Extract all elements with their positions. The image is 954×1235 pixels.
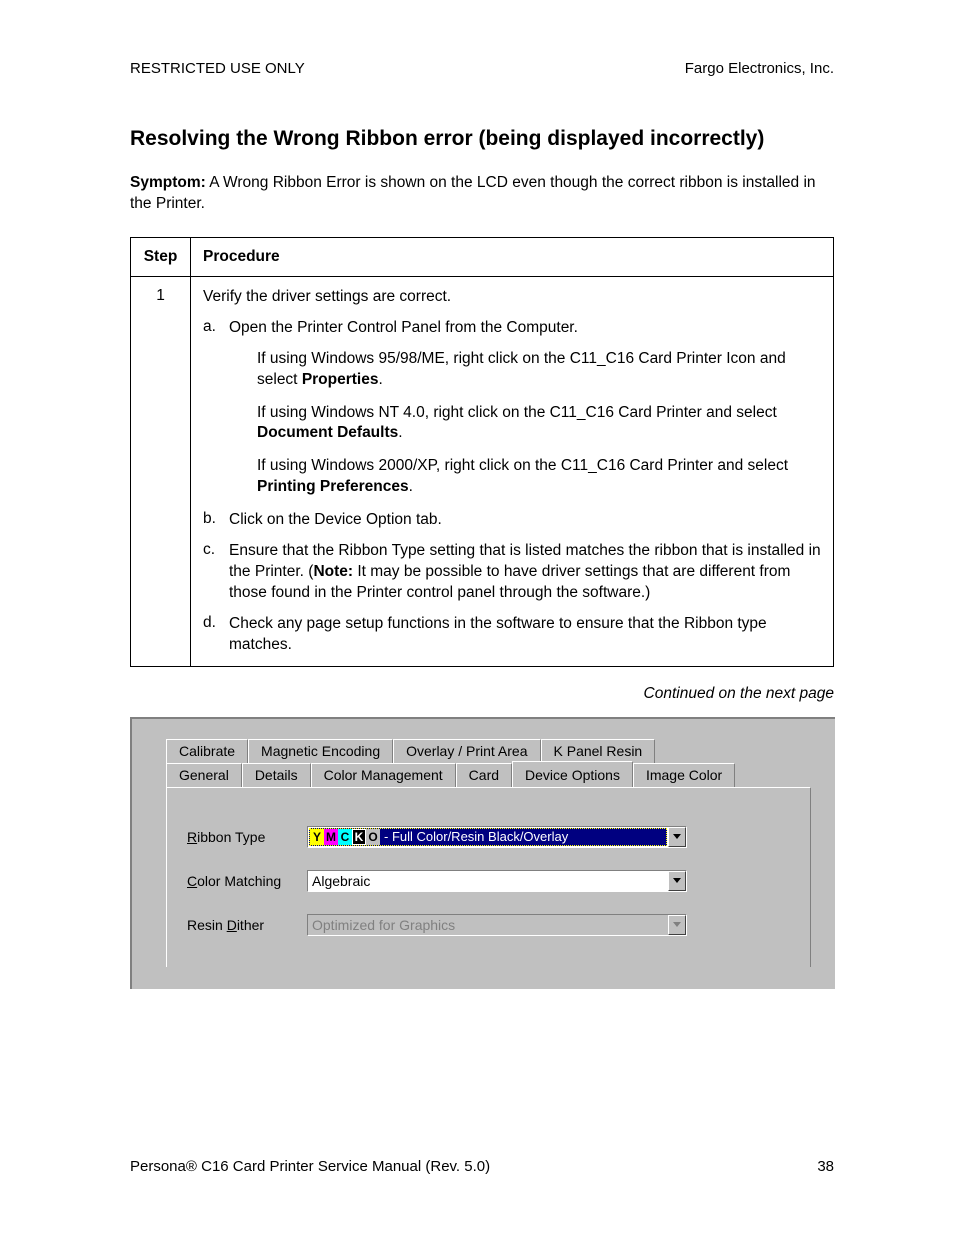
tab-k-panel-resin[interactable]: K Panel Resin bbox=[541, 739, 656, 763]
tab-details[interactable]: Details bbox=[242, 763, 311, 788]
dropdown-button-icon bbox=[668, 915, 686, 935]
item-a-label: a. bbox=[203, 318, 229, 339]
tab-calibrate[interactable]: Calibrate bbox=[166, 739, 248, 763]
continued-note: Continued on the next page bbox=[130, 685, 834, 703]
item-b-label: b. bbox=[203, 510, 229, 531]
ribbon-type-label: Ribbon Type bbox=[187, 829, 307, 845]
color-matching-combo[interactable]: Algebraic bbox=[307, 870, 687, 892]
step-number: 1 bbox=[131, 276, 191, 666]
doc-header: RESTRICTED USE ONLY Fargo Electronics, I… bbox=[130, 60, 834, 77]
item-a-text: Open the Printer Control Panel from the … bbox=[229, 318, 821, 339]
item-a-sub2: If using Windows NT 4.0, right click on … bbox=[257, 403, 821, 445]
item-a-sub3: If using Windows 2000/XP, right click on… bbox=[257, 456, 821, 498]
device-options-dialog: Calibrate Magnetic Encoding Overlay / Pr… bbox=[130, 717, 835, 989]
dropdown-button-icon[interactable] bbox=[668, 827, 686, 847]
symptom-label: Symptom: bbox=[130, 174, 206, 191]
header-left: RESTRICTED USE ONLY bbox=[130, 60, 305, 77]
tab-color-management[interactable]: Color Management bbox=[311, 763, 456, 788]
tab-magnetic-encoding[interactable]: Magnetic Encoding bbox=[248, 739, 393, 763]
resin-dither-combo: Optimized for Graphics bbox=[307, 914, 687, 936]
ribbon-type-combo[interactable]: YMCKO - Full Color/Resin Black/Overlay bbox=[307, 826, 687, 848]
color-matching-label: Color Matching bbox=[187, 873, 307, 889]
item-c-text: Ensure that the Ribbon Type setting that… bbox=[229, 541, 821, 604]
dropdown-button-icon[interactable] bbox=[668, 871, 686, 891]
procedure-cell: Verify the driver settings are correct. … bbox=[191, 276, 834, 666]
header-right: Fargo Electronics, Inc. bbox=[685, 60, 834, 77]
item-d-label: d. bbox=[203, 614, 229, 656]
resin-dither-value: Optimized for Graphics bbox=[308, 915, 668, 935]
proc-intro: Verify the driver settings are correct. bbox=[203, 287, 821, 308]
item-d-text: Check any page setup functions in the so… bbox=[229, 614, 821, 656]
resin-dither-label: Resin Dither bbox=[187, 917, 307, 933]
tab-image-color[interactable]: Image Color bbox=[633, 763, 735, 788]
doc-footer: Persona® C16 Card Printer Service Manual… bbox=[130, 1158, 834, 1175]
page-number: 38 bbox=[817, 1158, 834, 1175]
symptom-text: A Wrong Ribbon Error is shown on the LCD… bbox=[130, 174, 816, 212]
tab-overlay-print-area[interactable]: Overlay / Print Area bbox=[393, 739, 540, 763]
item-a-sub1: If using Windows 95/98/ME, right click o… bbox=[257, 349, 821, 391]
item-c-label: c. bbox=[203, 541, 229, 604]
page-title: Resolving the Wrong Ribbon error (being … bbox=[130, 127, 834, 151]
symptom-line: Symptom: A Wrong Ribbon Error is shown o… bbox=[130, 173, 834, 215]
footer-left: Persona® C16 Card Printer Service Manual… bbox=[130, 1158, 490, 1175]
tab-strip: Calibrate Magnetic Encoding Overlay / Pr… bbox=[166, 739, 811, 788]
device-options-panel: Ribbon Type YMCKO - Full Color/Resin Bla… bbox=[166, 787, 811, 967]
col-step: Step bbox=[131, 237, 191, 276]
ribbon-type-value: YMCKO - Full Color/Resin Black/Overlay bbox=[309, 828, 667, 846]
color-matching-value: Algebraic bbox=[308, 871, 668, 891]
item-b-text: Click on the Device Option tab. bbox=[229, 510, 821, 531]
tab-card[interactable]: Card bbox=[456, 763, 512, 788]
procedure-table: Step Procedure 1 Verify the driver setti… bbox=[130, 237, 834, 667]
tab-device-options[interactable]: Device Options bbox=[512, 761, 633, 788]
col-procedure: Procedure bbox=[191, 237, 834, 276]
tab-general[interactable]: General bbox=[166, 763, 242, 788]
